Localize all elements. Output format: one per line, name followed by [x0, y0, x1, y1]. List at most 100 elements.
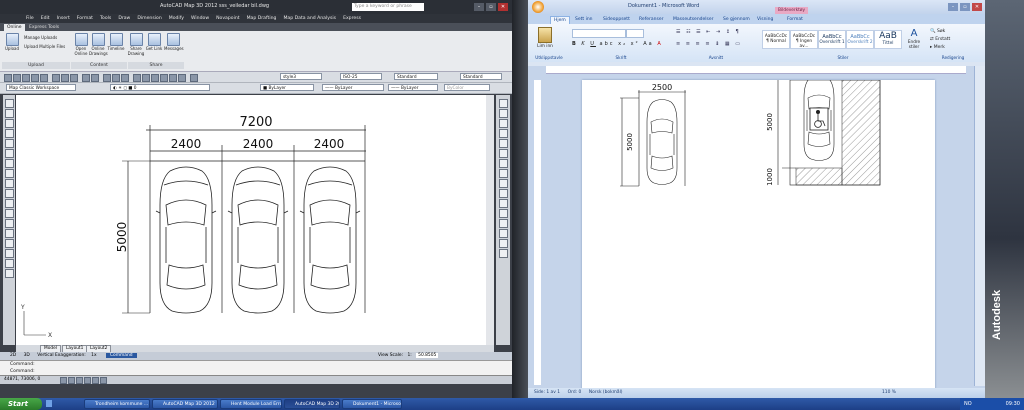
- copy-object-icon[interactable]: [499, 109, 508, 118]
- join-icon[interactable]: [499, 219, 508, 228]
- command-line[interactable]: Command: Command:: [0, 360, 512, 376]
- drawing-canvas[interactable]: 7200 2400 2400 2400 5000 Y X: [16, 95, 494, 345]
- erase-icon[interactable]: [499, 99, 508, 108]
- polar-icon[interactable]: [84, 377, 91, 384]
- stretch-icon[interactable]: [499, 179, 508, 188]
- break-icon[interactable]: [499, 209, 508, 218]
- document-page[interactable]: 2500 5000 5000 1000: [582, 75, 935, 392]
- menu-insert[interactable]: Insert: [57, 16, 70, 21]
- spline-icon[interactable]: [5, 179, 14, 188]
- open-online-button[interactable]: Open Online: [72, 33, 90, 56]
- menu-map-data[interactable]: Map Data and Analysis: [283, 16, 336, 21]
- zoom-window-icon[interactable]: [121, 74, 129, 82]
- offset-icon[interactable]: [499, 129, 508, 138]
- arc-icon[interactable]: [5, 149, 14, 158]
- snap-icon[interactable]: [60, 377, 67, 384]
- clock[interactable]: 09:30: [1006, 401, 1020, 407]
- close-button[interactable]: ✕: [498, 3, 508, 11]
- menu-express[interactable]: Express: [343, 16, 361, 21]
- chamfer-icon[interactable]: [499, 229, 508, 238]
- preview-icon[interactable]: [40, 74, 48, 82]
- cut-icon[interactable]: [52, 74, 60, 82]
- table-style-select[interactable]: Standard: [394, 73, 438, 80]
- sheet-set-icon[interactable]: [160, 74, 168, 82]
- array-icon[interactable]: [499, 139, 508, 148]
- align-buttons[interactable]: ≡ ≡ ≡ ≡ ↨ ▦ ▭: [676, 41, 742, 47]
- lineweight-select[interactable]: —— ByLayer: [388, 84, 438, 91]
- task-load-error[interactable]: Hent Module Load Error: [220, 399, 282, 409]
- extend-icon[interactable]: [499, 199, 508, 208]
- redo-icon[interactable]: [91, 74, 99, 82]
- task-word[interactable]: Dokument1 - Microsof...: [342, 399, 402, 409]
- word-count[interactable]: Ord: 0: [568, 390, 582, 395]
- start-button[interactable]: Start: [0, 398, 42, 410]
- tab-sett-inn[interactable]: Sett inn: [572, 16, 596, 24]
- font-size-select[interactable]: [626, 29, 644, 38]
- zoom-level[interactable]: 110 %: [882, 388, 896, 398]
- hatch-icon[interactable]: [5, 229, 14, 238]
- scale-icon[interactable]: [499, 169, 508, 178]
- polygon-icon[interactable]: [5, 129, 14, 138]
- circle-icon[interactable]: [5, 159, 14, 168]
- ellipse-icon[interactable]: [5, 189, 14, 198]
- page-count[interactable]: Side: 1 av 1: [534, 390, 560, 395]
- mtext-icon[interactable]: [5, 269, 14, 278]
- workspace-select[interactable]: Map Classic Workspace: [6, 84, 76, 91]
- online-drawings-button[interactable]: Online Drawings: [89, 33, 108, 56]
- gradient-icon[interactable]: [5, 239, 14, 248]
- messages-button[interactable]: Messages: [164, 33, 184, 52]
- properties-icon[interactable]: [133, 74, 141, 82]
- search-input[interactable]: Type a keyword or phrase: [352, 3, 424, 11]
- vertical-exaggeration-value[interactable]: 1x: [91, 353, 96, 358]
- task-trondheim[interactable]: Trondheim kommune ...: [84, 399, 150, 409]
- rectangle-icon[interactable]: [5, 139, 14, 148]
- task-autocad-1[interactable]: AutoCAD Map 3D 2012: [152, 399, 218, 409]
- word-maximize-button[interactable]: ▫: [960, 3, 970, 11]
- 3d-toggle[interactable]: 3D: [24, 353, 30, 358]
- tool-palette-icon[interactable]: [151, 74, 159, 82]
- upload-button[interactable]: Upload: [3, 33, 21, 52]
- menu-edit[interactable]: Edit: [41, 16, 50, 21]
- new-icon[interactable]: [4, 74, 12, 82]
- save-icon[interactable]: [22, 74, 30, 82]
- open-icon[interactable]: [13, 74, 21, 82]
- pan-icon[interactable]: [103, 74, 111, 82]
- menu-modify[interactable]: Modify: [169, 16, 184, 21]
- minimize-button[interactable]: –: [474, 3, 484, 11]
- help-icon[interactable]: [190, 74, 198, 82]
- copy-icon[interactable]: [61, 74, 69, 82]
- plotstyle-select[interactable]: ByColor: [444, 84, 490, 91]
- tab-format[interactable]: Format: [784, 16, 806, 24]
- language-indicator[interactable]: NO: [964, 398, 972, 410]
- menu-draw[interactable]: Draw: [118, 16, 130, 21]
- list-buttons[interactable]: ☰ ☷ ☰ ⇤ ⇥ ↕ ¶: [676, 29, 741, 35]
- print-icon[interactable]: [31, 74, 39, 82]
- make-block-icon[interactable]: [5, 209, 14, 218]
- command-button[interactable]: Command: [105, 353, 137, 358]
- style-overskrift-1[interactable]: AaBbCc Overskrift 1: [818, 30, 846, 49]
- tab-se-gjennom[interactable]: Se gjennom: [720, 16, 753, 24]
- tab-express-tools[interactable]: Express Tools: [26, 24, 62, 31]
- move-icon[interactable]: [499, 149, 508, 158]
- paste-icon[interactable]: [70, 74, 78, 82]
- calculator-icon[interactable]: [178, 74, 186, 82]
- osnap-icon[interactable]: [92, 377, 99, 384]
- text-style-select[interactable]: style3: [280, 73, 322, 80]
- markup-icon[interactable]: [169, 74, 177, 82]
- insert-block-icon[interactable]: [5, 199, 14, 208]
- menu-format[interactable]: Format: [77, 16, 93, 21]
- font-name-select[interactable]: [572, 29, 626, 38]
- paste-button[interactable]: Lim inn: [534, 27, 556, 49]
- style-tittel[interactable]: AaB Tittel: [874, 30, 902, 49]
- point-icon[interactable]: [5, 219, 14, 228]
- timeline-button[interactable]: Timeline: [107, 33, 125, 52]
- zoom-icon[interactable]: [112, 74, 120, 82]
- design-center-icon[interactable]: [142, 74, 150, 82]
- select-button[interactable]: ▸ Merk: [930, 44, 950, 52]
- office-button-icon[interactable]: [532, 1, 544, 13]
- vertical-ruler[interactable]: [534, 80, 541, 385]
- manage-uploads-button[interactable]: Manage Uploads: [24, 35, 57, 40]
- share-drawing-button[interactable]: Share Drawing: [127, 33, 145, 56]
- get-link-button[interactable]: Get Link: [145, 33, 163, 52]
- tab-sideoppsett[interactable]: Sideoppsett: [600, 16, 633, 24]
